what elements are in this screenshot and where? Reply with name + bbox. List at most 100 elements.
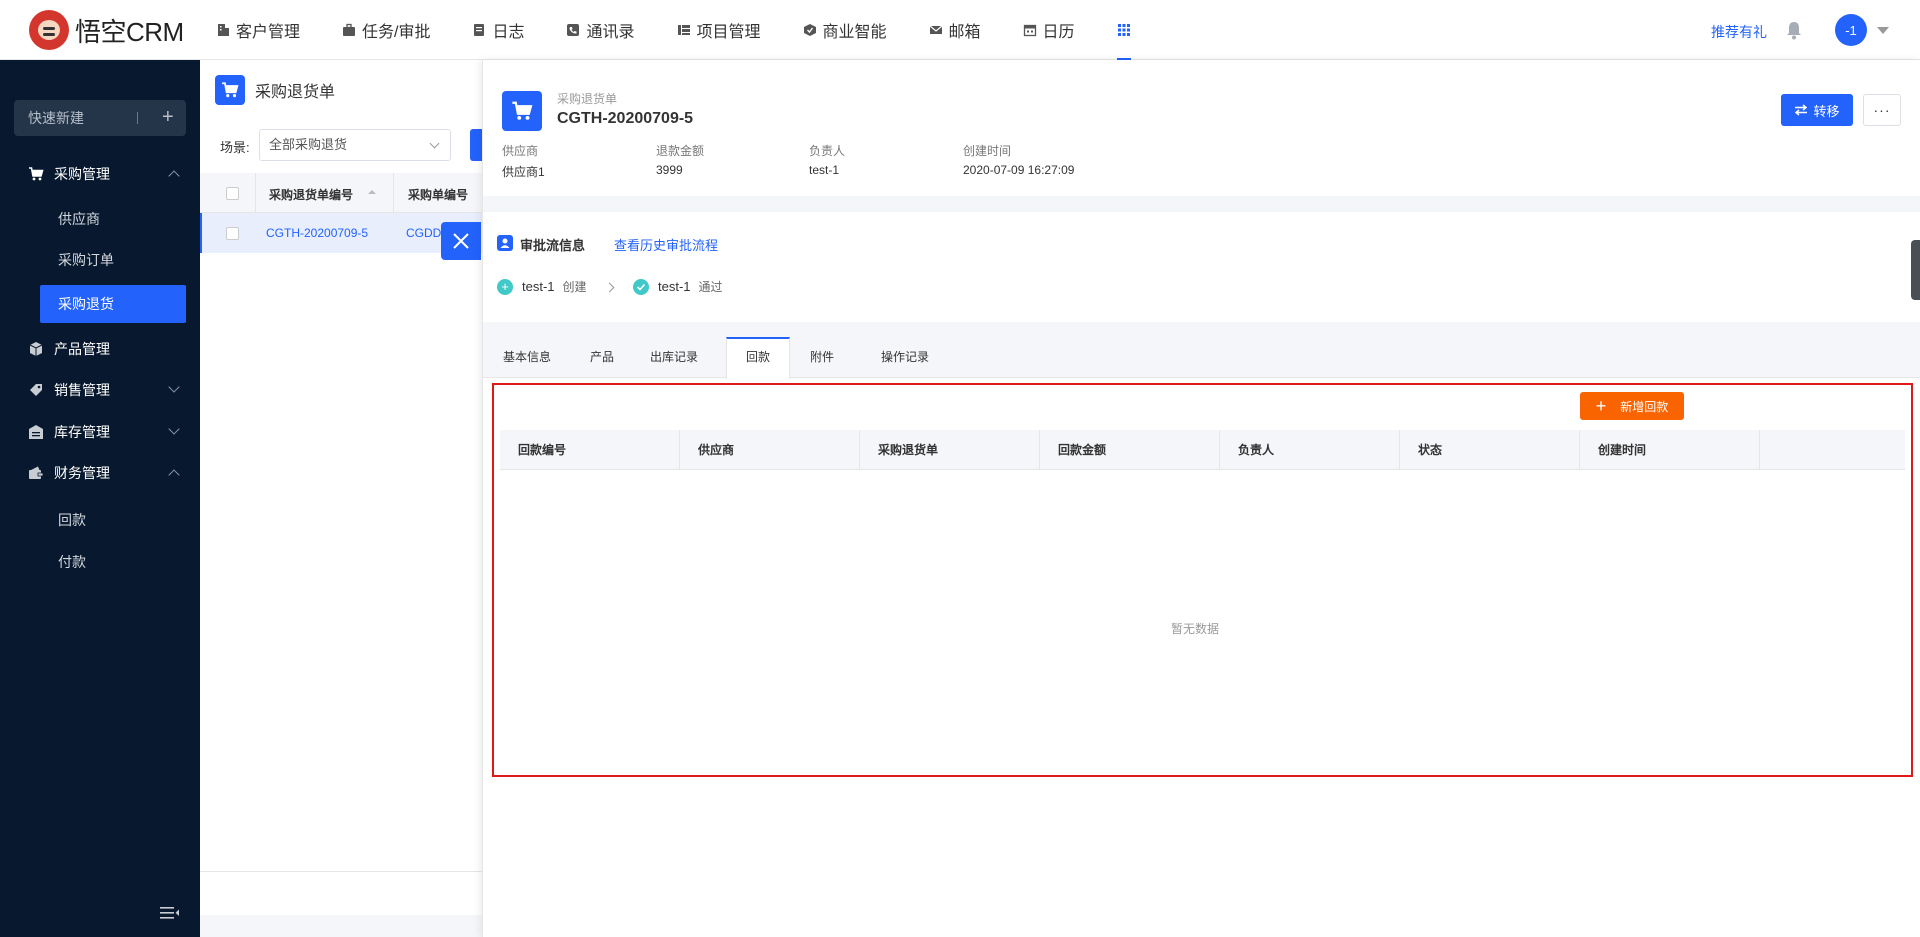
chevron-right-icon xyxy=(604,282,615,293)
box-icon xyxy=(29,342,43,356)
phone-icon xyxy=(567,24,580,36)
tab-attachments[interactable]: 附件 xyxy=(790,337,854,378)
nav-customer[interactable]: 客户管理 xyxy=(216,0,300,60)
scene-label: 场景: xyxy=(220,140,250,155)
sidebar: 快速新建 + 采购管理 供应商 采购订单 采购退货 产品管理 销售管理 库存管理… xyxy=(0,60,200,937)
chevron-up-icon xyxy=(168,469,180,481)
avatar[interactable]: -1 xyxy=(1835,14,1867,46)
empty-state-text: 暂无数据 xyxy=(1171,622,1220,636)
nav-task[interactable]: 任务/审批 xyxy=(342,0,430,60)
sidebar-group-finance[interactable]: 财务管理 xyxy=(0,453,200,493)
scrollbar-handle[interactable] xyxy=(1911,240,1920,300)
sidebar-group-purchase[interactable]: 采购管理 xyxy=(0,154,200,194)
nav-label: 项目管理 xyxy=(696,24,761,41)
divider xyxy=(393,173,394,213)
record-type: 采购退货单 xyxy=(557,92,618,106)
logo[interactable]: 悟空CRM xyxy=(29,10,184,50)
transfer-label: 转移 xyxy=(1813,103,1840,119)
divider xyxy=(137,112,138,124)
nav-project[interactable]: 项目管理 xyxy=(677,0,761,60)
sidebar-group-inventory[interactable]: 库存管理 xyxy=(0,412,200,452)
quick-new-label: 快速新建 xyxy=(28,110,84,126)
nav-contacts[interactable]: 通讯录 xyxy=(566,0,635,60)
nav-label: 邮箱 xyxy=(948,24,981,41)
chevron-down-icon xyxy=(168,381,180,393)
step-action: 通过 xyxy=(698,280,723,294)
sidebar-group-label: 采购管理 xyxy=(54,166,110,182)
record-code: CGTH-20200709-5 xyxy=(557,110,694,127)
sidebar-item-label: 采购订单 xyxy=(58,252,114,268)
approval-history-link[interactable]: 查看历史审批流程 xyxy=(614,235,718,254)
payment-table-header: 回款编号 供应商 采购退货单 回款金额 负责人 状态 创建时间 xyxy=(500,430,1905,470)
approval-section: 审批流信息 查看历史审批流程 + test-1 创建 test-1 通过 xyxy=(483,212,1920,322)
order-code-link[interactable]: CGDD xyxy=(406,226,441,240)
user-icon xyxy=(497,235,513,251)
detail-header: 采购退货单 CGTH-20200709-5 转移 ··· 供应商 供应商1 退款… xyxy=(483,60,1920,196)
scene-select[interactable]: 全部采购退货 xyxy=(259,129,451,161)
nav-mail[interactable]: 邮箱 xyxy=(929,0,981,60)
sidebar-item-purchase-order[interactable]: 采购订单 xyxy=(0,241,200,279)
nav-label: 商业智能 xyxy=(822,24,887,41)
sidebar-item-label: 付款 xyxy=(58,554,86,570)
column-header-amount: 回款金额 xyxy=(1040,430,1220,470)
return-code-link[interactable]: CGTH-20200709-5 xyxy=(266,226,368,240)
sidebar-group-sales[interactable]: 销售管理 xyxy=(0,370,200,410)
tab-payment-received[interactable]: 回款 xyxy=(726,337,790,379)
sidebar-group-product[interactable]: 产品管理 xyxy=(0,329,200,369)
field-value-created: 2020-07-09 16:27:09 xyxy=(963,163,1075,177)
chevron-down-icon[interactable] xyxy=(1877,27,1889,34)
sidebar-item-label: 采购退货 xyxy=(58,296,114,312)
sidebar-item-purchase-return[interactable]: 采购退货 xyxy=(40,285,186,323)
transfer-button[interactable]: 转移 xyxy=(1781,94,1853,126)
detail-body: 基本信息 产品 出库记录 回款 附件 操作记录 + 新增回款 回款编号 供应商 … xyxy=(483,337,1920,937)
tab-products[interactable]: 产品 xyxy=(571,337,633,378)
tag-icon xyxy=(30,384,42,396)
plus-icon[interactable]: + xyxy=(162,107,174,127)
collapse-menu-icon[interactable] xyxy=(160,906,180,920)
cart-icon xyxy=(29,167,44,181)
quick-new-button[interactable]: 快速新建 + xyxy=(14,100,186,136)
more-icon: ··· xyxy=(1873,102,1891,118)
column-header-return-code[interactable]: 采购退货单编号 xyxy=(269,186,353,203)
recommend-link[interactable]: 推荐有礼 xyxy=(1711,22,1767,42)
approval-step: test-1 通过 xyxy=(633,278,723,295)
add-payment-button[interactable]: + 新增回款 xyxy=(1580,392,1684,420)
bell-icon[interactable] xyxy=(1785,20,1803,40)
approval-step: + test-1 创建 xyxy=(497,278,587,295)
list-footer xyxy=(200,915,490,937)
nav-label: 客户管理 xyxy=(236,24,301,41)
field-value-owner: test-1 xyxy=(809,163,840,177)
detail-tabs: 基本信息 产品 出库记录 回款 附件 操作记录 xyxy=(483,337,1920,379)
sidebar-item-payment-received[interactable]: 回款 xyxy=(0,501,200,539)
close-icon xyxy=(453,233,469,249)
sidebar-group-label: 库存管理 xyxy=(54,424,110,440)
log-icon xyxy=(474,24,485,36)
row-checkbox[interactable] xyxy=(226,227,239,240)
nav-bi[interactable]: 商业智能 xyxy=(803,0,887,60)
close-detail-button[interactable] xyxy=(441,222,481,260)
check-circle-icon xyxy=(633,278,649,295)
nav-label: 任务/审批 xyxy=(362,24,431,41)
list-header: 采购退货单 xyxy=(215,75,335,105)
field-label-owner: 负责人 xyxy=(809,144,846,158)
nav-calendar[interactable]: 日历 xyxy=(1023,0,1075,60)
nav-apps-grid[interactable] xyxy=(1116,0,1131,60)
bi-icon xyxy=(803,24,816,36)
sidebar-item-payment[interactable]: 付款 xyxy=(0,543,200,581)
nav-label: 日历 xyxy=(1042,24,1075,41)
select-all-checkbox[interactable] xyxy=(226,187,239,200)
project-icon xyxy=(677,25,690,35)
tab-basic-info[interactable]: 基本信息 xyxy=(483,337,571,378)
monkey-logo-icon xyxy=(29,10,69,50)
column-header-order-code[interactable]: 采购单编号 xyxy=(408,186,468,203)
tab-outbound-records[interactable]: 出库记录 xyxy=(633,337,715,378)
tab-operation-log[interactable]: 操作记录 xyxy=(863,337,947,378)
sidebar-item-supplier[interactable]: 供应商 xyxy=(0,200,200,238)
nav-log[interactable]: 日志 xyxy=(472,0,524,60)
sort-icon[interactable] xyxy=(368,190,376,194)
more-button[interactable]: ··· xyxy=(1863,94,1901,126)
sidebar-item-label: 回款 xyxy=(58,512,86,528)
nav-label: 日志 xyxy=(492,24,525,41)
warehouse-icon xyxy=(29,425,43,439)
step-user: test-1 xyxy=(658,279,691,294)
